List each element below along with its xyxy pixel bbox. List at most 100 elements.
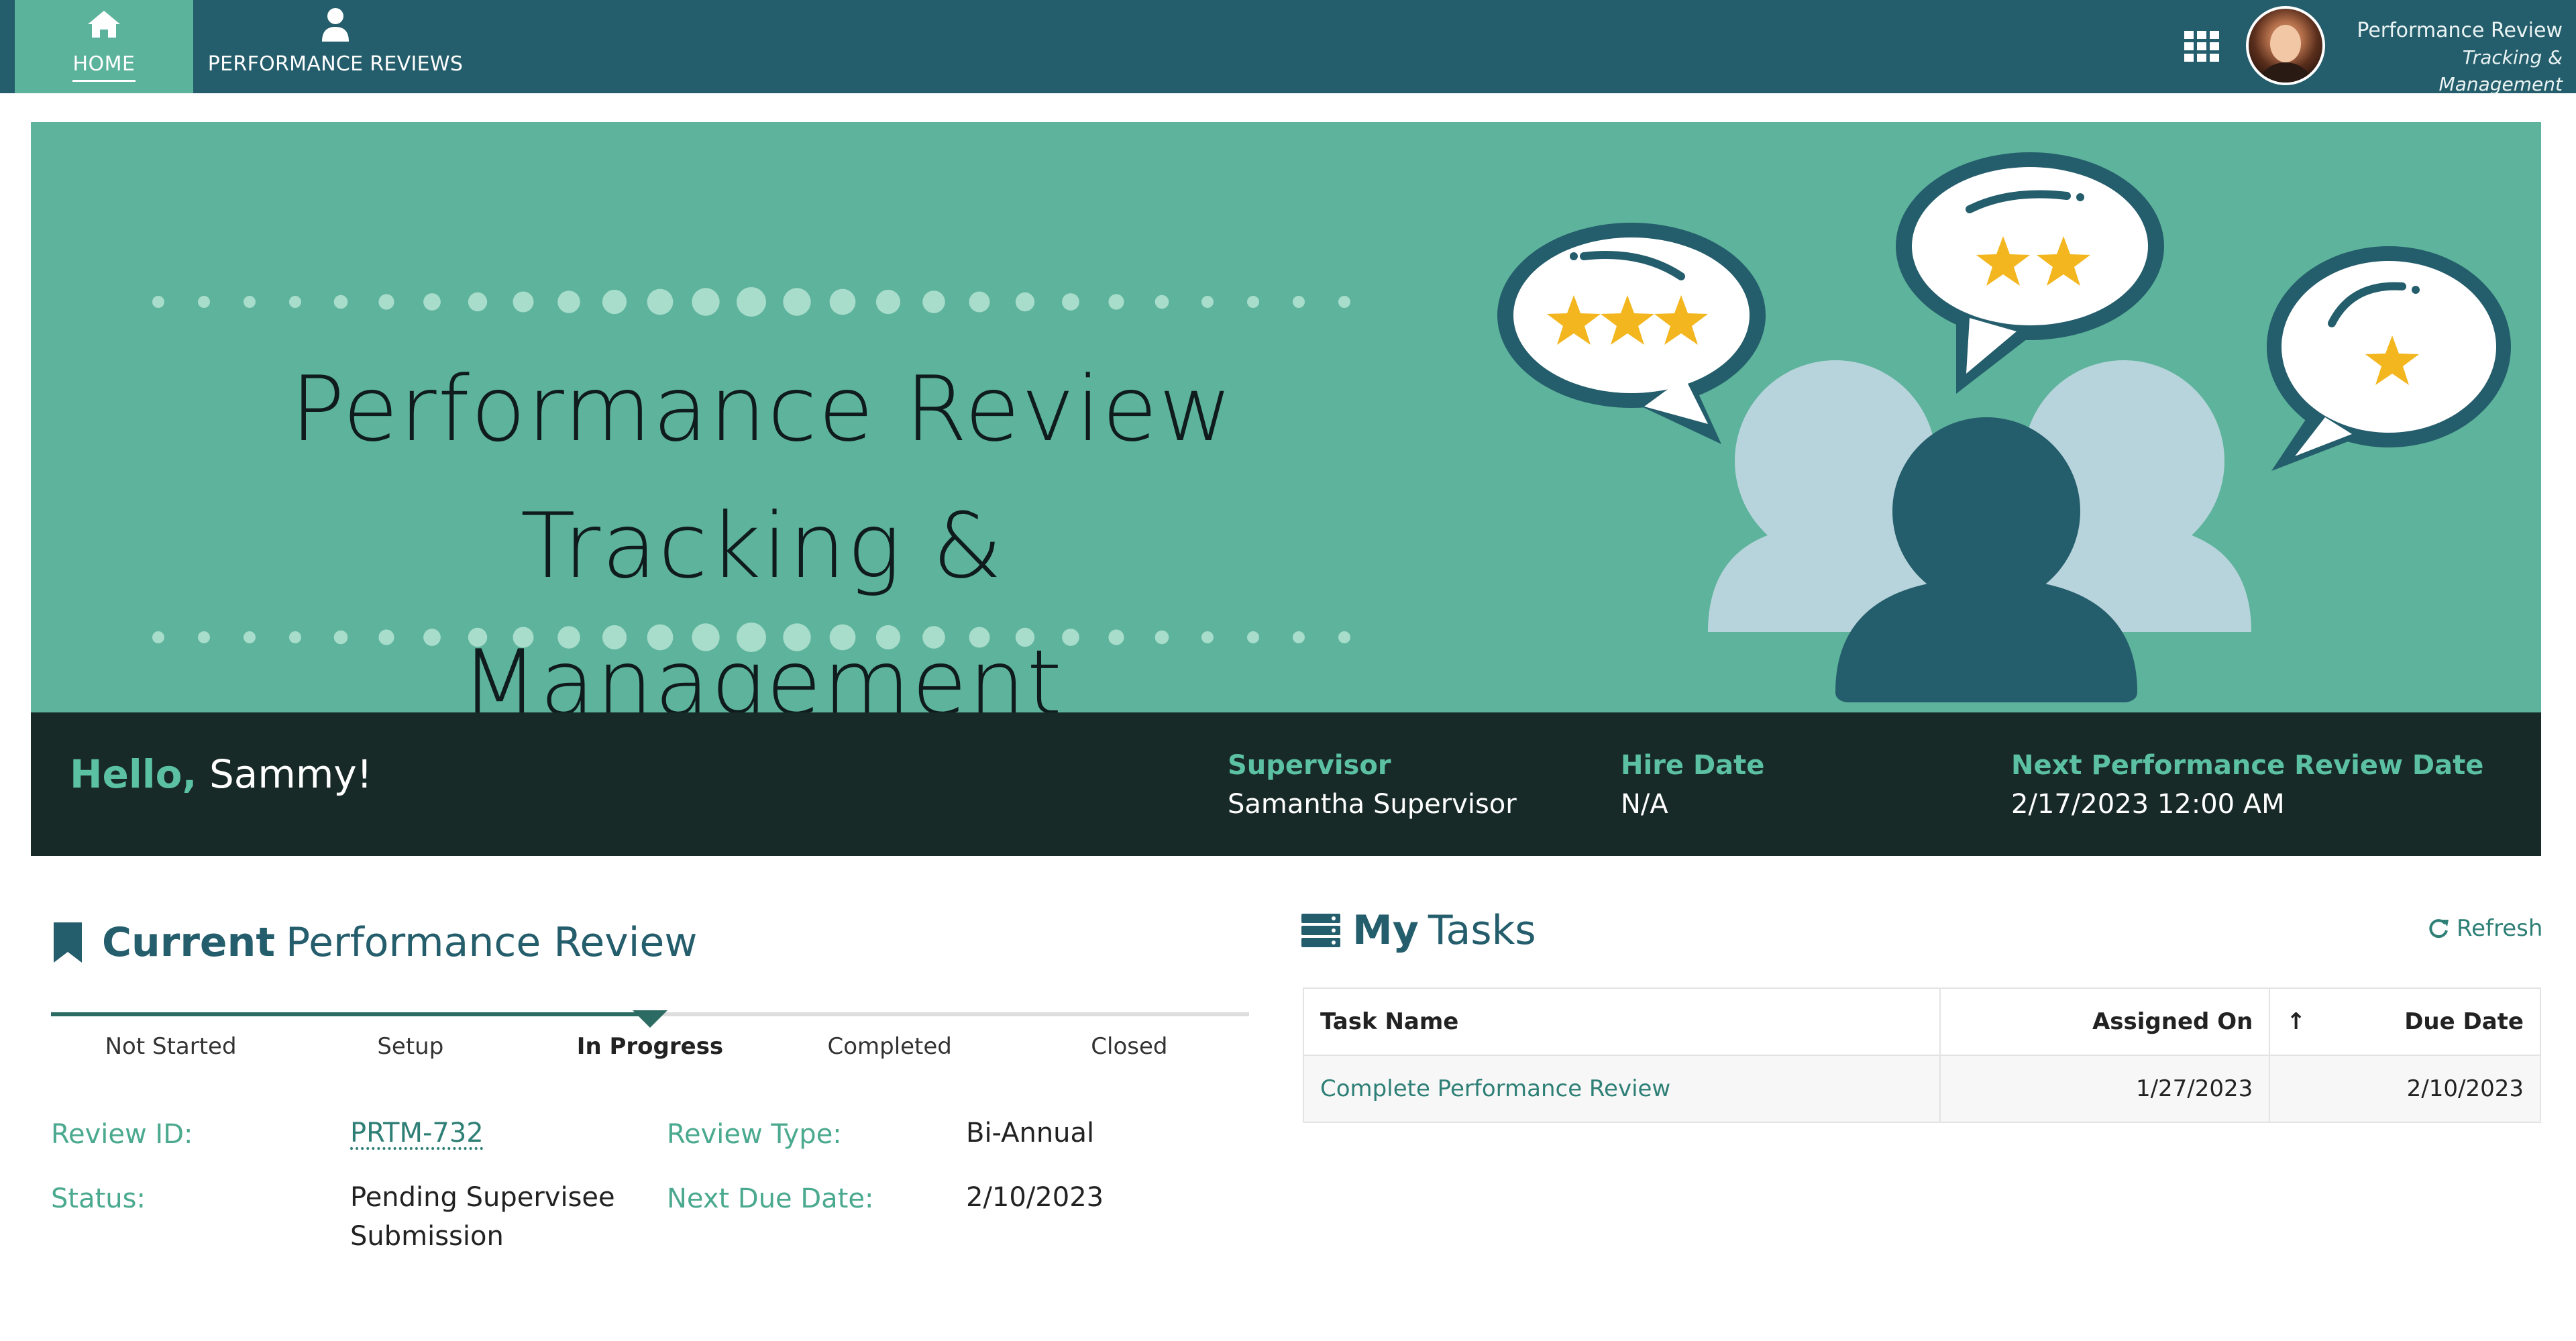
bookmark-icon: [54, 922, 82, 963]
decorative-dot: [557, 626, 580, 649]
decorative-dots-bottom: [152, 623, 1350, 652]
hero-title-line-1: Performance Review Tracking &: [290, 357, 1234, 598]
review-stage: Not Started: [105, 1033, 237, 1060]
decorative-dot: [1155, 294, 1169, 309]
decorative-dot: [152, 631, 164, 643]
task-name-link[interactable]: Complete Performance Review: [1303, 1055, 1941, 1123]
decorative-dot: [1293, 631, 1305, 643]
my-tasks-heading: My Tasks: [1300, 907, 1536, 954]
speech-bubble-one-star: [2267, 246, 2511, 471]
hero-illustration: [1497, 152, 2511, 702]
hire-date-info: Hire Date N/A: [1621, 750, 1764, 820]
user-avatar[interactable]: [2246, 6, 2325, 85]
decorative-dot: [1108, 629, 1124, 645]
avatar-shoulders: [2255, 62, 2316, 83]
decorative-dot: [783, 288, 811, 316]
column-due-date[interactable]: ↑ Due Date: [2269, 987, 2541, 1056]
column-due-date-label: Due Date: [2404, 1008, 2524, 1035]
current-review-heading: Current Performance Review: [51, 919, 697, 966]
decorative-dot: [244, 631, 256, 643]
decorative-dot: [829, 288, 856, 315]
decorative-dot: [1247, 631, 1259, 643]
welcome-bar: Hello, Sammy! Supervisor Samantha Superv…: [31, 712, 2541, 856]
decorative-dot: [378, 629, 394, 645]
tasks-table-header: Task Name Assigned On ↑ Due Date: [1303, 987, 2541, 1056]
supervisor-info: Supervisor Samantha Supervisor: [1228, 750, 1517, 820]
decorative-dot: [922, 626, 945, 649]
refresh-button[interactable]: Refresh: [2427, 915, 2542, 942]
column-task-name[interactable]: Task Name: [1303, 987, 1941, 1056]
hire-date-label: Hire Date: [1621, 750, 1765, 781]
decorative-dot: [1338, 631, 1350, 643]
decorative-dot: [737, 287, 766, 317]
decorative-dot: [647, 288, 674, 315]
decorative-dot: [1201, 631, 1214, 643]
app-launcher-icon[interactable]: [2183, 30, 2220, 63]
greeting-hello: Hello,: [70, 751, 197, 797]
decorative-dot: [289, 631, 301, 643]
decorative-dot: [423, 629, 441, 646]
hire-date-value: N/A: [1621, 789, 1668, 820]
status-value-line-2: Submission: [350, 1221, 504, 1252]
decorative-dot: [1062, 293, 1079, 311]
task-due-date: 2/10/2023: [2269, 1055, 2541, 1123]
column-assigned-on[interactable]: Assigned On: [1939, 987, 2271, 1056]
decorative-dot: [647, 624, 674, 651]
next-due-date-label: Next Due Date:: [667, 1183, 874, 1214]
decorative-dot: [244, 296, 256, 308]
decorative-dot: [737, 623, 766, 652]
avatar-face: [2270, 25, 2301, 62]
decorative-dot: [198, 631, 210, 643]
decorative-dot: [692, 623, 720, 651]
my-tasks-heading-bold: My: [1352, 907, 1419, 954]
decorative-dot: [289, 296, 301, 308]
nav-home-tab[interactable]: HOME: [15, 0, 193, 93]
decorative-dot: [333, 630, 348, 645]
decorative-dot: [1015, 627, 1035, 647]
decorative-dot: [152, 296, 164, 308]
decorative-dot: [378, 294, 394, 310]
decorative-dot: [922, 290, 945, 313]
decorative-dot: [557, 290, 580, 313]
top-navigation: HOME PERFORMANCE REVIEWS Performance Rev…: [0, 0, 2576, 95]
next-review-date-label: Next Performance Review Date: [2011, 750, 2484, 781]
review-stage: Setup: [377, 1033, 444, 1060]
my-tasks-heading-rest: Tasks: [1428, 907, 1536, 954]
decorative-dot: [692, 288, 720, 316]
nav-performance-reviews-tab[interactable]: PERFORMANCE REVIEWS: [201, 0, 470, 93]
review-progress-marker: [633, 1010, 667, 1028]
home-icon: [88, 11, 120, 38]
decorative-dot: [468, 627, 488, 647]
decorative-dot: [969, 291, 990, 313]
nav-home-label: HOME: [72, 52, 136, 82]
decorative-dot: [969, 627, 990, 648]
decorative-dot: [513, 627, 534, 648]
greeting: Hello, Sammy!: [70, 751, 372, 797]
decorative-dot: [829, 624, 856, 651]
next-due-date-value: 2/10/2023: [966, 1182, 1104, 1213]
task-assigned-on: 1/27/2023: [1939, 1055, 2271, 1123]
review-id-label: Review ID:: [51, 1119, 193, 1150]
decorative-dot: [468, 292, 488, 312]
review-id-link[interactable]: PRTM-732: [350, 1114, 484, 1152]
decorative-dot: [602, 625, 627, 650]
current-review-heading-bold: Current: [102, 919, 276, 966]
current-review-heading-rest: Performance Review: [286, 919, 698, 966]
decorative-dot: [1247, 296, 1259, 308]
nav-performance-reviews-label: PERFORMANCE REVIEWS: [207, 52, 464, 76]
review-progress-fill: [51, 1012, 650, 1016]
status-value: Pending Supervisee Submission: [350, 1178, 615, 1256]
hero-banner: Performance Review Tracking & Management: [31, 122, 2541, 712]
next-review-date-info: Next Performance Review Date 2/17/2023 1…: [2011, 750, 2483, 820]
tasks-table: Task Name Assigned On ↑ Due Date Complet…: [1303, 987, 2541, 1123]
decorative-dot: [783, 623, 811, 651]
decorative-dot: [198, 296, 210, 308]
supervisor-value: Samantha Supervisor: [1228, 789, 1517, 820]
review-type-label: Review Type:: [667, 1119, 842, 1150]
table-row[interactable]: Complete Performance Review 1/27/2023 2/…: [1303, 1055, 2541, 1123]
speech-bubble-two-stars: [1896, 152, 2164, 394]
greeting-name: Sammy!: [209, 751, 372, 797]
decorative-dot: [1201, 296, 1214, 308]
decorative-dot: [1015, 292, 1035, 312]
review-stage: Completed: [827, 1033, 952, 1060]
